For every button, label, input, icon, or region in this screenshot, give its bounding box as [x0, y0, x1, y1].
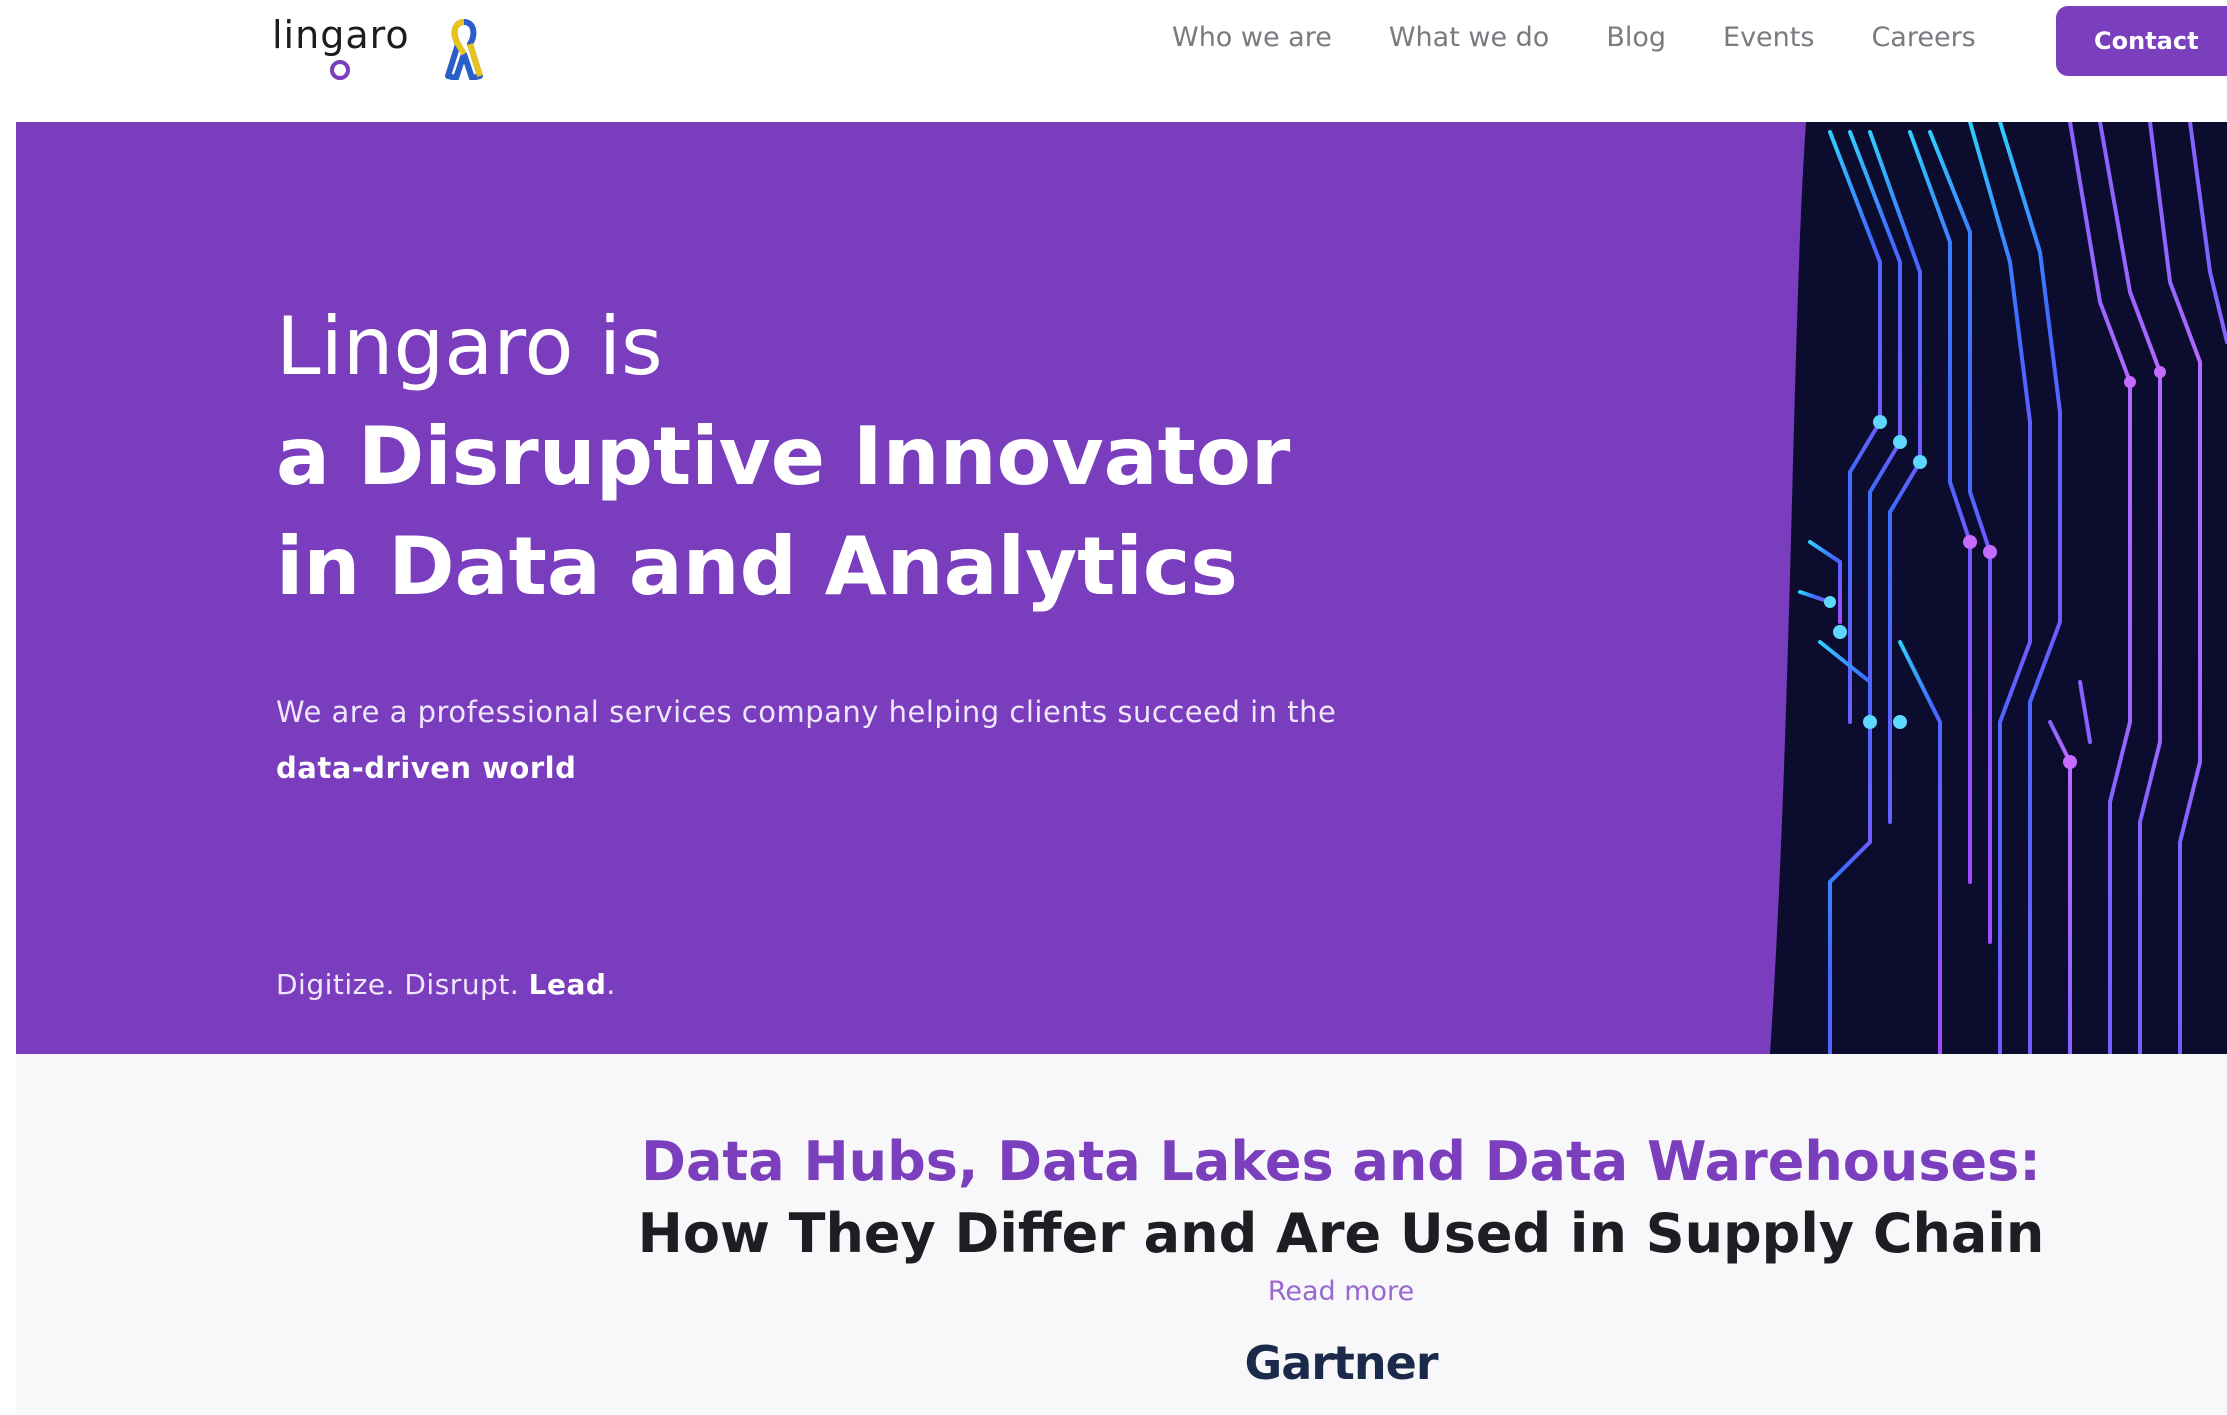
tagline-strong: Lead	[528, 968, 607, 1001]
hero-title: Lingaro is a Disruptive Innovator in Dat…	[276, 292, 1290, 622]
hero-tagline: Digitize. Disrupt. Lead.	[276, 968, 616, 1001]
logo-wordmark: lingaro	[272, 13, 410, 57]
nav-events[interactable]: Events	[1723, 22, 1814, 53]
nav-blog[interactable]: Blog	[1606, 22, 1666, 53]
article-title-purple: Data Hubs, Data Lakes and Data Warehouse…	[641, 1130, 2041, 1193]
article-title-dark: How They Differ and Are Used in Supply C…	[637, 1202, 2045, 1265]
ukraine-ribbon-icon	[445, 19, 483, 80]
article-title[interactable]: Data Hubs, Data Lakes and Data Warehouse…	[16, 1126, 2227, 1270]
nav-who-we-are[interactable]: Who we are	[1172, 22, 1332, 53]
circuit-board-image	[1770, 122, 2227, 1054]
hero-subtitle-strong: data-driven world	[276, 751, 577, 785]
gartner-logo: Gartner	[1244, 1336, 1438, 1390]
hero-title-line3: in Data and Analytics	[276, 520, 1238, 613]
hero-title-line2: a Disruptive Innovator	[276, 410, 1291, 503]
nav-what-we-do[interactable]: What we do	[1389, 22, 1549, 53]
page: lingaro Who we are What we do Blog Event…	[0, 0, 2227, 1415]
hero-subtitle-text: We are a professional services company h…	[276, 695, 1337, 729]
main-nav: Who we are What we do Blog Events Career…	[1172, 22, 2033, 53]
lingaro-logo[interactable]: lingaro	[272, 10, 483, 86]
logo-dot	[330, 60, 350, 80]
tagline-end: .	[606, 968, 616, 1001]
hero-subtitle: We are a professional services company h…	[276, 684, 1336, 796]
hero-banner: Lingaro is a Disruptive Innovator in Dat…	[16, 122, 2227, 1054]
hero-title-line1: Lingaro is	[276, 300, 663, 393]
site-header: lingaro Who we are What we do Blog Event…	[0, 0, 2227, 122]
featured-article: Data Hubs, Data Lakes and Data Warehouse…	[16, 1054, 2227, 1415]
contact-button[interactable]: Contact	[2056, 6, 2227, 76]
nav-careers[interactable]: Careers	[1871, 22, 1975, 53]
tagline-part1: Digitize. Disrupt.	[276, 968, 529, 1001]
read-more-link[interactable]: Read more	[16, 1276, 2227, 1307]
